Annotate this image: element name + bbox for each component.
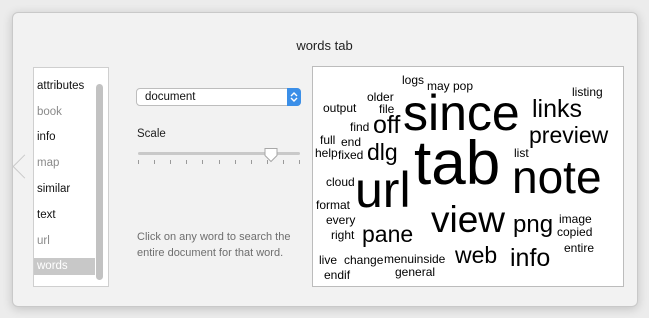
word-listing[interactable]: listing	[572, 86, 603, 98]
word-off[interactable]: off	[373, 113, 400, 138]
word-note[interactable]: note	[512, 154, 602, 200]
slider-tick	[186, 160, 187, 164]
sidebar-item-info[interactable]: info	[37, 130, 56, 144]
scope-select[interactable]: document	[136, 88, 301, 106]
word-png[interactable]: png	[513, 213, 553, 237]
word-preview[interactable]: preview	[529, 124, 608, 147]
word-live[interactable]: live	[319, 254, 337, 266]
slider-tick	[170, 160, 171, 164]
tab-list: attributes book info map similar text ur…	[33, 67, 109, 287]
sidebar-item-similar[interactable]: similar	[37, 182, 70, 196]
slider-tick	[235, 160, 236, 164]
slider-tick	[251, 160, 252, 164]
word-find[interactable]: find	[350, 121, 369, 133]
word-help[interactable]: help	[315, 147, 338, 159]
word-change[interactable]: change	[344, 254, 383, 266]
slider-tick	[299, 160, 300, 164]
word-output[interactable]: output	[323, 102, 356, 114]
word-general[interactable]: general	[395, 266, 435, 278]
word-copied[interactable]: copied	[557, 226, 592, 238]
word-web[interactable]: web	[455, 244, 497, 267]
word-links[interactable]: links	[532, 97, 582, 122]
word-every[interactable]: every	[326, 214, 355, 226]
slider-tick	[283, 160, 284, 164]
slider-tick	[202, 160, 203, 164]
word-endif[interactable]: endif	[324, 269, 350, 281]
word-inside[interactable]: inside	[414, 253, 445, 265]
word-end[interactable]: end	[341, 136, 361, 148]
sidebar-item-map[interactable]: map	[37, 156, 59, 170]
word-image[interactable]: image	[559, 213, 592, 225]
slider-tick	[219, 160, 220, 164]
word-entire[interactable]: entire	[564, 242, 594, 254]
word-tab[interactable]: tab	[414, 133, 500, 195]
up-down-chevron-icon	[290, 92, 298, 102]
slider-ticks	[138, 160, 300, 166]
sidebar-item-url[interactable]: url	[37, 234, 50, 248]
word-pane[interactable]: pane	[362, 223, 413, 246]
word-dlg[interactable]: dlg	[367, 141, 398, 164]
word-fixed[interactable]: fixed	[338, 149, 363, 161]
scale-label: Scale	[137, 128, 166, 140]
slider-tick	[138, 160, 139, 164]
word-format[interactable]: format	[316, 199, 350, 211]
word-right[interactable]: right	[331, 229, 354, 241]
sidebar-scrollbar[interactable]	[96, 84, 103, 280]
sidebar-item-text[interactable]: text	[37, 208, 56, 222]
word-menu[interactable]: menu	[384, 253, 414, 265]
word-url[interactable]: url	[355, 165, 411, 215]
word-cloud: logs may pop older file output since lin…	[312, 66, 624, 287]
select-stepper[interactable]	[287, 88, 301, 106]
word-view[interactable]: view	[431, 201, 505, 238]
sidebar-item-book[interactable]: book	[37, 105, 62, 119]
scope-select-value: document	[145, 91, 196, 103]
slider-tick	[267, 160, 268, 164]
word-info[interactable]: info	[510, 246, 550, 271]
sidebar-item-words[interactable]: words	[34, 258, 95, 275]
panel-title: words tab	[296, 38, 353, 53]
sidebar-item-attributes[interactable]: attributes	[37, 79, 84, 93]
slider-tick	[154, 160, 155, 164]
word-cloud[interactable]: cloud	[326, 176, 355, 188]
word-full[interactable]: full	[320, 134, 335, 146]
help-text: Click on any word to search the entire d…	[137, 231, 291, 259]
